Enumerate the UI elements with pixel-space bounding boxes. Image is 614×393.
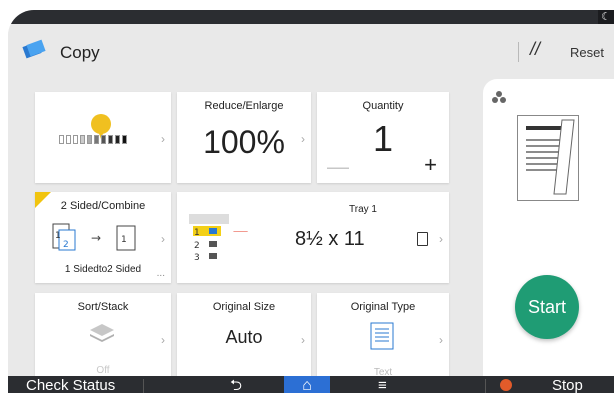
- quantity-label: Quantity: [362, 100, 404, 112]
- energy-saver-icon[interactable]: ☾: [598, 10, 614, 24]
- sort-stack-value: Off: [96, 365, 110, 376]
- svg-text:2: 2: [63, 240, 69, 250]
- side-panel: Start: [483, 79, 614, 393]
- text-document-icon: [370, 322, 394, 350]
- sort-stack-label: Sort/Stack: [77, 301, 129, 313]
- reduce-enlarge-tile[interactable]: Reduce/Enlarge 100% ›: [177, 92, 311, 183]
- quantity-tile[interactable]: Quantity 1 — +: [317, 92, 449, 183]
- more-icon: ...: [156, 268, 165, 279]
- home-icon: ⌂: [302, 377, 312, 393]
- copy-app-icon: [22, 39, 46, 59]
- home-button[interactable]: ⌂: [284, 376, 330, 393]
- reset-separator: [518, 42, 519, 62]
- increment-button[interactable]: +: [424, 152, 437, 178]
- check-status-button[interactable]: Check Status: [26, 376, 115, 393]
- copy-screen: ☾ Copy // Reset › Reduce/Enlarge 100% › …: [8, 10, 614, 393]
- tray-number-2: 2: [194, 241, 200, 251]
- bar-divider: [485, 379, 486, 393]
- decrement-button[interactable]: —: [327, 154, 349, 180]
- system-bar: Check Status ⮌ ⌂ ≡ Stop: [8, 376, 614, 393]
- start-button[interactable]: Start: [515, 275, 579, 339]
- reset-button[interactable]: // Reset: [518, 24, 614, 77]
- chevron-right-icon: ›: [161, 232, 165, 246]
- chevron-right-icon: ›: [301, 132, 305, 146]
- svg-text:1: 1: [55, 231, 61, 241]
- density-indicator-icon: [91, 114, 111, 139]
- chevron-right-icon: ›: [301, 333, 305, 347]
- chevron-right-icon: ›: [439, 333, 443, 347]
- menu-icon[interactable]: ≡: [378, 376, 387, 393]
- tray-label: Tray 1: [349, 204, 377, 215]
- svg-text:1: 1: [121, 235, 127, 245]
- paper-size-value: 8½ x 11: [295, 228, 365, 250]
- reset-label: Reset: [570, 45, 604, 60]
- original-size-tile[interactable]: Original Size Auto ›: [177, 293, 311, 383]
- preview-thumbnail: [517, 115, 579, 201]
- tray-number-3: 3: [194, 253, 200, 263]
- svg-text:→: →: [91, 231, 101, 245]
- two-sided-tile[interactable]: 2 Sided/Combine 1 2 → 1 1 Sidedto2 Sided…: [35, 192, 171, 283]
- paper-orientation-icon: [417, 232, 428, 246]
- original-type-tile[interactable]: Original Type Text ›: [317, 293, 449, 383]
- app-header: Copy // Reset: [8, 24, 614, 77]
- tray-number-1: 1: [194, 228, 200, 238]
- reset-icon: //: [530, 39, 541, 59]
- reduce-enlarge-value: 100%: [203, 124, 285, 160]
- original-size-value: Auto: [225, 327, 263, 347]
- back-icon[interactable]: ⮌: [230, 376, 242, 393]
- two-sided-label: 2 Sided/Combine: [60, 200, 146, 212]
- duplex-diagram-icon: 1 2 → 1: [52, 223, 136, 251]
- color-mode-icon[interactable]: [489, 89, 509, 107]
- stop-icon: [500, 379, 512, 391]
- sort-stack-tile[interactable]: Sort/Stack Off ›: [35, 293, 171, 383]
- two-sided-mode: 1 Sidedto2 Sided: [64, 264, 142, 275]
- svg-text:⸺: ⸺: [233, 227, 248, 237]
- original-type-label: Original Type: [350, 301, 416, 313]
- chevron-right-icon: ›: [161, 333, 165, 347]
- bar-divider: [143, 379, 144, 393]
- original-size-label: Original Size: [212, 301, 276, 313]
- chevron-right-icon: ›: [161, 132, 165, 146]
- stop-button[interactable]: Stop: [552, 376, 583, 393]
- app-title: Copy: [60, 43, 100, 62]
- chevron-right-icon: ›: [439, 232, 443, 246]
- reduce-enlarge-label: Reduce/Enlarge: [204, 100, 284, 112]
- density-tile[interactable]: ›: [35, 92, 171, 183]
- density-scale: [59, 135, 127, 144]
- paper-tray-tile[interactable]: 1 2 3 ⸺ Tray 1 8½ x 11 ›: [177, 192, 449, 283]
- stack-icon: [90, 324, 114, 342]
- status-bar: ☾: [8, 10, 614, 24]
- tray-stack-icon: 1 2 3 ⸺: [189, 214, 248, 263]
